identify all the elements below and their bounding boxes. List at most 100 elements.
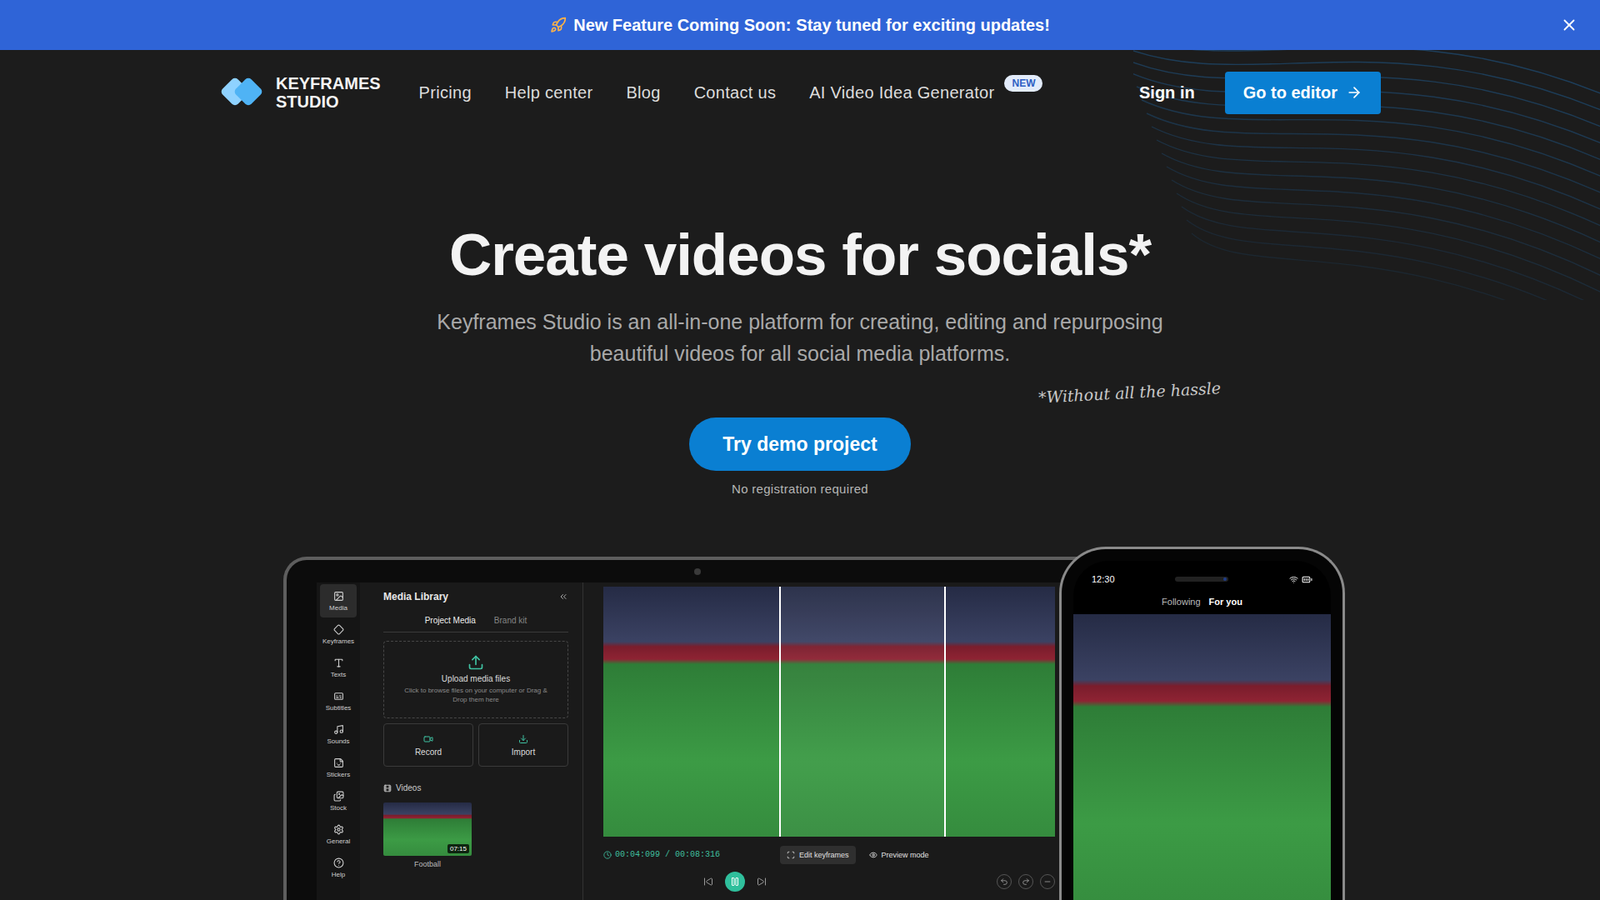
hero-title: Create videos for socials*: [449, 219, 1151, 290]
tool-button[interactable]: Edit keyframes: [780, 845, 856, 865]
nav-item: AI Video Idea GeneratorNEW: [809, 83, 1043, 103]
go-to-editor-button[interactable]: Go to editor: [1225, 71, 1381, 115]
collapse-icon[interactable]: [558, 591, 569, 602]
video-preview: [603, 586, 1055, 837]
try-demo-button[interactable]: Try demo project: [689, 417, 910, 471]
video-item[interactable]: 07:15Football: [383, 792, 569, 869]
announcement-banner: New Feature Coming Soon:Stay tuned for e…: [0, 0, 1600, 50]
sidebar-icon: [333, 690, 345, 702]
subtitle-line: Keyframes Studio is an all-in-one platfo…: [436, 305, 1163, 338]
sidebar-item[interactable]: Sounds: [320, 717, 357, 751]
play-pause-button[interactable]: [725, 871, 745, 892]
skip-forward-button[interactable]: [756, 876, 767, 887]
tool-group: Edit keyframes Preview mode: [780, 845, 936, 865]
sidebar-icon: [333, 657, 345, 669]
nav-item: Blog: [625, 83, 660, 103]
sidebar-icon: [333, 857, 345, 869]
sidebar-item[interactable]: Stickers: [320, 750, 357, 785]
hero: Create videos for socials* Keyframes Stud…: [0, 135, 1600, 498]
logo-icon: [219, 72, 270, 113]
undo-button[interactable]: [996, 874, 1012, 890]
logo[interactable]: KEYFRAMESSTUDIO: [219, 72, 381, 113]
sidebar-label: Texts: [330, 670, 347, 679]
panel-title: Media Library: [383, 590, 449, 603]
sidebar-label: Stock: [330, 804, 347, 812]
redo-button[interactable]: [1018, 874, 1034, 890]
panel-tabs: Project Media Brand kit: [383, 615, 569, 633]
upload-dropzone[interactable]: Upload media filesClick to browse files …: [383, 640, 569, 719]
nav-link[interactable]: Pricing: [419, 83, 472, 103]
crop-frame[interactable]: [779, 586, 946, 837]
sidebar-item[interactable]: Media: [320, 584, 357, 618]
hero-note: *Without all the hassle: [1037, 375, 1221, 409]
status-icons: [1289, 574, 1313, 585]
feed-tab[interactable]: For you: [1209, 596, 1243, 607]
banner-text: New Feature Coming Soon:Stay tuned for e…: [550, 15, 1050, 35]
action-row: Record Import: [383, 723, 569, 767]
action-button[interactable]: Record: [383, 723, 474, 767]
editor-screen: Media Keyframes Texts Subtitles Sounds Sticke…: [316, 582, 1072, 900]
control-bar: 00:04:099 / 00:08:316 Edit keyframes Previ…: [603, 841, 1055, 868]
sidebar-icon: [333, 724, 345, 735]
upload-icon: [467, 654, 485, 671]
feed-tab[interactable]: Following: [1161, 596, 1200, 607]
tool-button[interactable]: Preview mode: [862, 845, 936, 865]
hero-subtitle: Keyframes Studio is an all-in-one platfo…: [436, 305, 1163, 370]
sidebar-item[interactable]: General: [320, 817, 357, 851]
logo-line: KEYFRAMES: [275, 74, 381, 93]
note-row: *Without all the hassle: [379, 380, 1221, 405]
playback-controls: [703, 871, 767, 892]
timecode-text: 00:04:099 / 00:08:316: [615, 850, 720, 860]
action-icon: [423, 734, 434, 745]
sidebar-item[interactable]: Help: [320, 850, 357, 885]
nav-item: Help center: [505, 83, 594, 103]
header: KEYFRAMESSTUDIO Pricing Help center Blog Con…: [219, 50, 1381, 135]
status-bar: 12:30: [1073, 560, 1331, 590]
action-icon: [518, 734, 529, 745]
skip-back-button[interactable]: [703, 876, 714, 887]
panel-tab[interactable]: Brand kit: [494, 615, 527, 625]
action-label: Import: [511, 747, 535, 757]
nav-link[interactable]: Blog: [625, 83, 660, 103]
editor-sidebar: Media Keyframes Texts Subtitles Sounds Sticke…: [316, 582, 360, 900]
arrow-right-icon: [1345, 84, 1363, 101]
sidebar-item[interactable]: Subtitles: [320, 684, 357, 718]
nav: Pricing Help center Blog Contact us AI Video…: [419, 83, 1044, 103]
panel-tab[interactable]: Project Media: [425, 615, 476, 625]
device-mockups: Media Keyframes Texts Subtitles Sounds Sticke…: [283, 546, 1345, 900]
tool-label: Edit keyframes: [799, 850, 850, 860]
action-button[interactable]: Import: [478, 723, 569, 767]
logo-text: KEYFRAMESSTUDIO: [275, 74, 381, 111]
nav-link[interactable]: Help center: [505, 83, 594, 103]
sign-in-link[interactable]: Sign in: [1139, 83, 1195, 103]
sidebar-icon: [333, 824, 345, 835]
sidebar-label: Help: [331, 870, 345, 879]
sidebar-icon: [333, 757, 345, 769]
sidebar-label: Keyframes: [322, 637, 355, 645]
minus-icon: [1043, 877, 1052, 886]
nav-link[interactable]: AI Video Idea Generator: [809, 83, 995, 103]
duration-badge: 07:15: [447, 844, 470, 854]
sidebar-label: Stickers: [326, 770, 350, 779]
sidebar-item[interactable]: Texts: [320, 650, 357, 685]
new-badge: NEW: [1004, 75, 1043, 92]
camera-dot: [1223, 577, 1227, 581]
sidebar-icon: [333, 590, 345, 602]
redo-icon: [1021, 877, 1030, 886]
sidebar-item[interactable]: Stock: [320, 784, 357, 818]
page: New Feature Coming Soon:Stay tuned for e…: [0, 0, 1600, 900]
banner-message: Stay tuned for exciting updates!: [795, 15, 1050, 35]
action-label: Record: [415, 747, 442, 757]
video-thumbnail[interactable]: 07:15: [383, 802, 472, 856]
sidebar-item[interactable]: Keyframes: [320, 617, 357, 651]
zoom-out-button[interactable]: [1040, 874, 1055, 890]
banner-title: New Feature Coming Soon:: [573, 15, 791, 35]
upload-title: Upload media files: [441, 674, 510, 684]
phone-screen: 12:30 Following For you: [1073, 560, 1331, 900]
sidebar-label: Sounds: [326, 737, 350, 745]
timecode: 00:04:099 / 00:08:316: [603, 850, 720, 860]
phone-mockup: 12:30 Following For you: [1059, 546, 1345, 900]
nav-link[interactable]: Contact us: [694, 83, 777, 103]
logo-line: STUDIO: [275, 92, 381, 111]
close-button[interactable]: [1556, 12, 1582, 38]
